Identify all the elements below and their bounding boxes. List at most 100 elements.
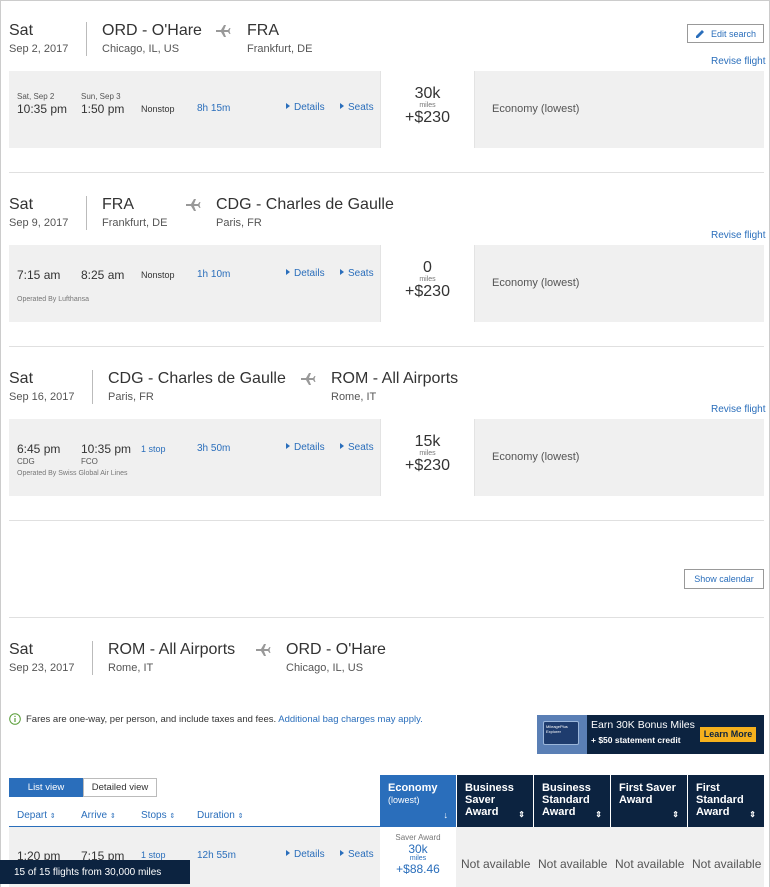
list-view-tab[interactable]: List view: [9, 778, 83, 797]
segment-date: Sep 23, 2017: [9, 662, 75, 674]
origin-code: ORD - O'Hare: [102, 22, 202, 39]
sort-depart[interactable]: Depart ⇕: [17, 810, 56, 821]
show-calendar-button[interactable]: Show calendar: [684, 569, 764, 589]
column-title: Saver: [465, 794, 495, 806]
column-title: Business: [465, 782, 514, 794]
fare-miles: 30k: [414, 85, 441, 102]
column-title: First Saver: [619, 782, 676, 794]
ad-subline: + $50 statement credit: [591, 735, 681, 745]
sort-duration[interactable]: Duration ⇕: [197, 810, 243, 821]
pencil-icon: [695, 30, 704, 38]
seats-label: Seats: [348, 268, 374, 279]
fare-cell[interactable]: 0 miles +$230: [380, 245, 475, 322]
details-link[interactable]: Details: [286, 849, 325, 860]
triangle-right-icon: [286, 103, 290, 109]
flight-row[interactable]: Sat, Sep 2 Sun, Sep 3 10:35 pm 1:50 pm N…: [9, 71, 764, 148]
revise-flight-link[interactable]: Revise flight: [711, 56, 765, 67]
learn-more-button[interactable]: Learn More: [700, 727, 756, 742]
stops-link[interactable]: 1 stop: [141, 850, 166, 860]
divider: [92, 370, 93, 404]
divider: [9, 520, 764, 521]
triangle-right-icon: [286, 269, 290, 275]
destination-city: Chicago, IL, US: [286, 662, 364, 674]
card-text: MileagePlus Explorer: [546, 724, 568, 734]
depart-header: Depart: [17, 810, 48, 821]
economy-column-header[interactable]: Economy (lowest) ↓: [380, 775, 456, 827]
fare-tax: +$230: [405, 283, 450, 300]
details-link[interactable]: Details: [286, 268, 325, 279]
stops-link[interactable]: 1 stop: [141, 444, 166, 454]
sort-icon: ⇕: [672, 810, 679, 819]
plane-icon: [186, 199, 201, 211]
detailed-view-tab[interactable]: Detailed view: [83, 778, 157, 797]
divider: [9, 172, 764, 173]
triangle-right-icon: [340, 850, 344, 856]
sort-icon: ⇕: [237, 813, 244, 820]
triangle-right-icon: [340, 103, 344, 109]
destination-code: CDG - Charles de Gaulle: [216, 196, 394, 213]
column-title: Award: [619, 794, 653, 806]
divider: [86, 196, 87, 230]
depart-airport: CDG: [17, 457, 35, 466]
bag-charges-link[interactable]: Additional bag charges may apply.: [278, 714, 423, 725]
column-title: First: [696, 782, 720, 794]
destination-city: Frankfurt, DE: [247, 43, 313, 55]
segment-day: Sat: [9, 196, 34, 213]
edit-search-label: Edit search: [710, 29, 757, 39]
fare-column-headers: Economy (lowest) ↓ Business Saver Award …: [380, 775, 764, 827]
origin-city: Chicago, IL, US: [102, 43, 180, 55]
seats-label: Seats: [348, 849, 374, 860]
triangle-right-icon: [286, 850, 290, 856]
plane-icon: [256, 644, 271, 656]
business-saver-column-header[interactable]: Business Saver Award ⇕: [457, 775, 533, 827]
seats-link[interactable]: Seats: [340, 442, 374, 453]
arrive-date: Sun, Sep 3: [81, 92, 121, 101]
segment-day: Sat: [9, 641, 34, 658]
credit-card-ad[interactable]: MileagePlus Explorer Earn 30K Bonus Mile…: [537, 715, 764, 754]
triangle-right-icon: [286, 443, 290, 449]
duration: 3h 50m: [197, 443, 231, 454]
stops: Nonstop: [141, 104, 175, 114]
flight-row[interactable]: 6:45 pm 10:35 pm CDG FCO 1 stop 3h 50m O…: [9, 419, 764, 496]
divider: [9, 346, 764, 347]
not-available: Not available: [538, 857, 608, 871]
revise-flight-link[interactable]: Revise flight: [711, 230, 765, 241]
segment-date: Sep 16, 2017: [9, 391, 75, 403]
sort-arrive[interactable]: Arrive ⇕: [81, 810, 116, 821]
ad-headline: Earn 30K Bonus Miles: [591, 719, 695, 731]
depart-time: 10:35 pm: [17, 102, 68, 116]
duration: 8h 15m: [197, 103, 231, 114]
arrive-time: 1:50 pm: [81, 102, 125, 116]
edit-search-button[interactable]: Edit search: [687, 24, 764, 43]
first-standard-column-header[interactable]: First Standard Award ⇕: [688, 775, 764, 827]
first-saver-column-header[interactable]: First Saver Award ⇕: [611, 775, 687, 827]
seats-link[interactable]: Seats: [340, 268, 374, 279]
results-count-bar: 15 of 15 flights from 30,000 miles: [0, 860, 190, 884]
award-type: Saver Award: [395, 833, 441, 842]
details-link[interactable]: Details: [286, 102, 325, 113]
details-label: Details: [294, 268, 325, 279]
origin-city: Frankfurt, DE: [102, 217, 168, 229]
fare-cell[interactable]: 30k miles +$230: [380, 71, 475, 148]
plane-icon: [301, 373, 316, 385]
triangle-right-icon: [340, 269, 344, 275]
details-link[interactable]: Details: [286, 442, 325, 453]
seats-link[interactable]: Seats: [340, 102, 374, 113]
sort-stops[interactable]: Stops ⇕: [141, 810, 175, 821]
business-standard-column-header[interactable]: Business Standard Award ⇕: [534, 775, 610, 827]
flight-row[interactable]: 7:15 am 8:25 am Nonstop 1h 10m Operated …: [9, 245, 764, 322]
fare-tax: +$88.46: [396, 862, 440, 876]
arrive-time: 10:35 pm: [81, 442, 132, 456]
operated-by: Operated By Lufthansa: [17, 296, 89, 303]
fare-cell[interactable]: 15k miles +$230: [380, 419, 475, 496]
economy-fare-cell[interactable]: Saver Award 30k miles +$88.46: [380, 827, 456, 887]
info-icon: [9, 713, 21, 725]
seats-link[interactable]: Seats: [340, 849, 374, 860]
column-title: Economy: [388, 782, 438, 794]
cabin-label: Economy (lowest): [492, 103, 580, 115]
plane-icon: [216, 25, 231, 37]
fare-miles-label: miles: [419, 450, 436, 457]
fare-tax: +$230: [405, 457, 450, 474]
revise-flight-link[interactable]: Revise flight: [711, 404, 765, 415]
triangle-right-icon: [340, 443, 344, 449]
